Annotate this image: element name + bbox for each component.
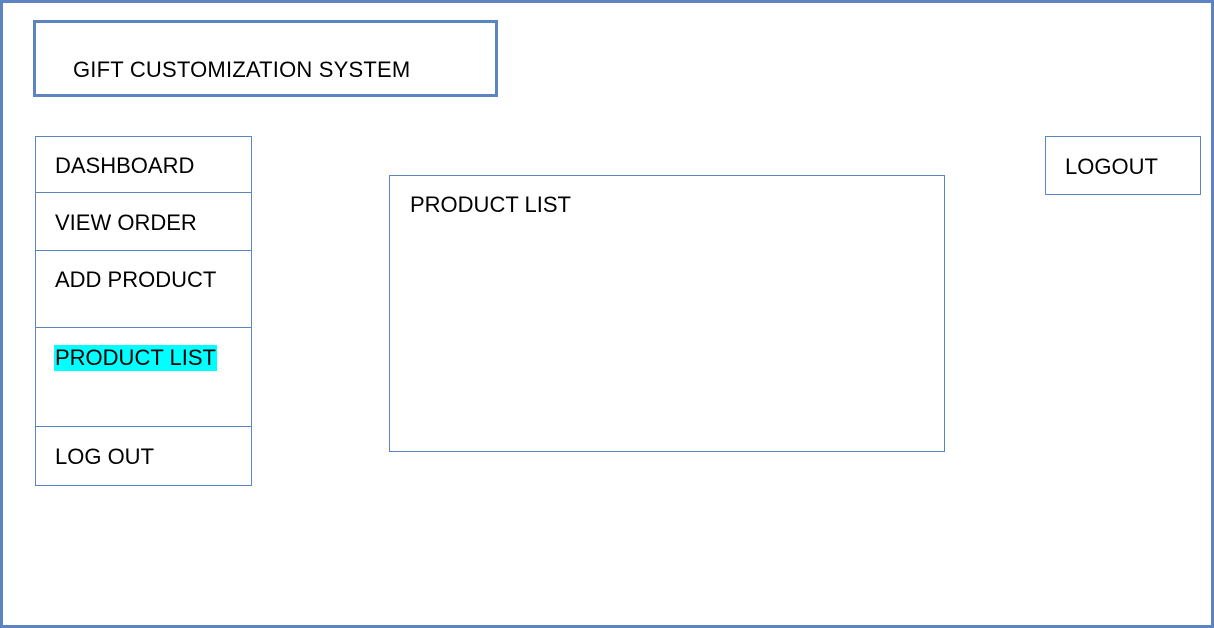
sidebar-item-label: VIEW ORDER bbox=[55, 210, 197, 235]
product-list-panel: PRODUCT LIST bbox=[389, 175, 945, 452]
app-title: GIFT CUSTOMIZATION SYSTEM bbox=[73, 57, 411, 82]
logout-button[interactable]: LOGOUT bbox=[1045, 136, 1201, 195]
sidebar-item-add-product[interactable]: ADD PRODUCT bbox=[35, 250, 252, 328]
app-window: GIFT CUSTOMIZATION SYSTEM DASHBOARD VIEW… bbox=[0, 0, 1214, 628]
sidebar-item-log-out[interactable]: LOG OUT bbox=[35, 426, 252, 486]
sidebar-item-view-order[interactable]: VIEW ORDER bbox=[35, 192, 252, 251]
sidebar-item-label: LOG OUT bbox=[55, 444, 155, 469]
sidebar-item-product-list[interactable]: PRODUCT LIST bbox=[35, 327, 252, 427]
sidebar-item-label: ADD PRODUCT bbox=[55, 267, 217, 292]
panel-title: PRODUCT LIST bbox=[410, 192, 571, 217]
logout-button-label: LOGOUT bbox=[1065, 154, 1158, 179]
sidebar-item-dashboard[interactable]: DASHBOARD bbox=[35, 136, 252, 193]
sidebar-item-label: PRODUCT LIST bbox=[54, 345, 217, 371]
sidebar-item-label: DASHBOARD bbox=[55, 153, 195, 178]
app-title-box: GIFT CUSTOMIZATION SYSTEM bbox=[33, 20, 498, 97]
